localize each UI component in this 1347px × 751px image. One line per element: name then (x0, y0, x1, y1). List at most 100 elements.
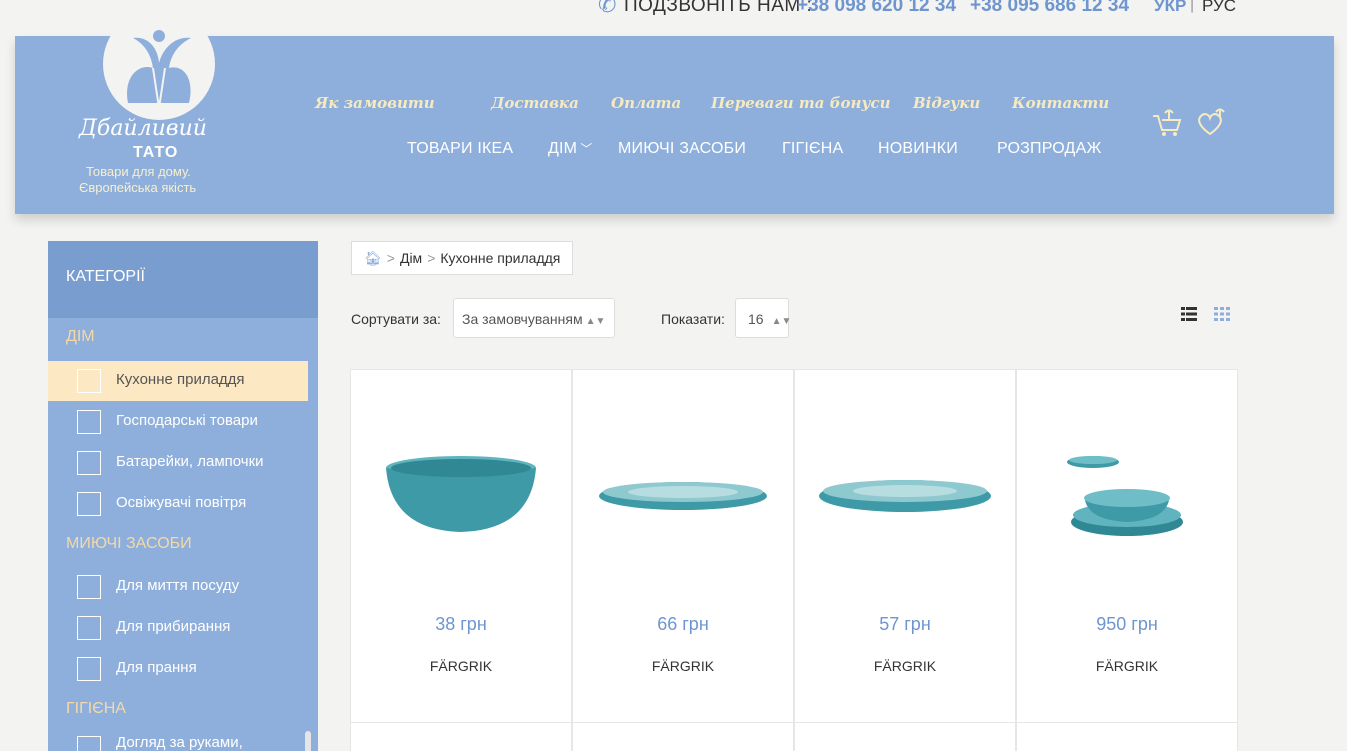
product-card[interactable]: 950 грн FÄRGRIK (1016, 369, 1238, 723)
call-us-label: ПОДЗВОНІТЬ НАМ : (624, 0, 813, 16)
info-link-how-to-order[interactable]: Як замовити (315, 94, 435, 112)
sidebar-item-batteries[interactable]: Батарейки, лампочки (48, 443, 308, 483)
lang-rus-link[interactable]: РУС (1202, 0, 1236, 16)
product-image-plate-wide[interactable] (805, 390, 1005, 590)
show-count-select[interactable]: 16 ▲▼ (735, 298, 792, 338)
sidebar-scrollbar[interactable] (305, 731, 311, 751)
lang-ukr-link[interactable]: УКР (1154, 0, 1186, 16)
sidebar-item-hand-care[interactable]: Догляд за руками, (48, 728, 308, 751)
sidebar-item-label: Для прибирання (116, 618, 231, 635)
product-card[interactable] (794, 722, 1016, 751)
info-link-bonuses[interactable]: Переваги та бонуси (711, 94, 890, 112)
checkbox[interactable] (77, 657, 101, 681)
nav-home-label: ДІМ (548, 140, 578, 157)
logo-tagline-1: Товари для дому. (86, 164, 191, 179)
product-name[interactable]: FÄRGRIK (573, 658, 793, 674)
page: ✆ ПОДЗВОНІТЬ НАМ : +38 098 620 12 34 +38… (0, 0, 1347, 751)
sidebar-item-label: Для прання (116, 659, 197, 676)
sidebar-section-cleaning[interactable]: МИЮЧІ ЗАСОБИ (66, 535, 192, 553)
sidebar-section-hygiene[interactable]: ГІГІЄНА (66, 700, 126, 718)
product-image-plate[interactable] (583, 390, 783, 590)
sidebar-item-household[interactable]: Господарські товари (48, 402, 308, 442)
info-link-payment[interactable]: Оплата (611, 94, 681, 112)
site-header: Дбайливий ТАТО Товари для дому. Європейс… (15, 8, 1334, 214)
storks-icon (127, 30, 191, 109)
checkbox[interactable] (77, 616, 101, 640)
checkbox[interactable] (77, 575, 101, 599)
sidebar-item-label: Батарейки, лампочки (116, 453, 264, 470)
logo-circle (103, 8, 215, 120)
checkbox[interactable] (77, 492, 101, 516)
sort-value: За замовчуванням (462, 311, 583, 327)
sidebar-item-cleaning[interactable]: Для прибирання (48, 608, 308, 648)
chevron-down-icon: ﹀ (580, 142, 593, 156)
breadcrumb-separator: > (427, 250, 436, 266)
show-label: Показати: (661, 311, 725, 327)
list-view-icon[interactable] (1181, 307, 1197, 321)
sidebar-item-label: Догляд за руками, (116, 734, 243, 751)
product-price: 57 грн (879, 614, 931, 634)
nav-cleaning[interactable]: МИЮЧІ ЗАСОБИ (618, 140, 746, 158)
info-link-contacts[interactable]: Контакти (1012, 94, 1109, 112)
sort-label: Сортувати за: (351, 311, 441, 327)
nav-home[interactable]: ДІМ ﹀ (548, 140, 592, 158)
product-card[interactable] (350, 722, 572, 751)
product-image-bowl[interactable] (361, 390, 561, 590)
product-card[interactable]: 38 грн FÄRGRIK (350, 369, 572, 723)
sidebar-section-home[interactable]: ДІМ (66, 328, 95, 346)
sidebar-item-label: Для миття посуду (116, 577, 240, 594)
checkbox[interactable] (77, 451, 101, 475)
logo-tagline-2: Європейська якість (79, 180, 197, 195)
sidebar-item-label: Освіжувачі повітря (116, 494, 247, 511)
grid-view-icon[interactable] (1214, 307, 1230, 321)
product-name[interactable]: FÄRGRIK (1017, 658, 1237, 674)
sidebar-item-label: Господарські товари (116, 412, 258, 429)
sidebar-item-air-fresheners[interactable]: Освіжувачі повітря (48, 484, 308, 524)
phone-link-2[interactable]: +38 095 686 12 34 (970, 0, 1129, 17)
nav-ikea[interactable]: ТОВАРИ ІКЕА (407, 140, 513, 158)
breadcrumb-home[interactable]: Дім (400, 250, 422, 266)
product-price: 38 грн (435, 614, 487, 634)
product-price: 950 грн (1096, 614, 1158, 634)
phone-icon: ✆ (598, 0, 617, 17)
lang-separator: | (1190, 0, 1195, 13)
select-arrows-icon: ▲▼ (771, 316, 792, 327)
product-name[interactable]: FÄRGRIK (795, 658, 1015, 674)
cart-icon[interactable] (1151, 108, 1187, 138)
category-sidebar: КАТЕГОРІЇ ДІМ Кухонне приладдя Господарс… (48, 241, 318, 751)
show-value: 16 (748, 311, 764, 327)
product-image-dinner-set[interactable] (1027, 390, 1227, 590)
info-link-delivery[interactable]: Доставка (491, 94, 579, 112)
product-price: 66 грн (657, 614, 709, 634)
sidebar-item-kitchen[interactable]: Кухонне приладдя (48, 361, 308, 401)
phone-link-1[interactable]: +38 098 620 12 34 (797, 0, 956, 17)
home-icon[interactable]: 🏠︎ (364, 250, 382, 267)
nav-new[interactable]: НОВИНКИ (878, 140, 958, 158)
nav-hygiene[interactable]: ГІГІЄНА (782, 140, 843, 158)
breadcrumb: 🏠︎ > Дім > Кухонне приладдя (351, 241, 574, 275)
sidebar-item-dishwashing[interactable]: Для миття посуду (48, 567, 308, 607)
breadcrumb-current: Кухонне приладдя (440, 250, 561, 266)
product-card[interactable] (572, 722, 794, 751)
sort-select[interactable]: За замовчуванням ▲▼ (453, 298, 615, 338)
sidebar-item-laundry[interactable]: Для прання (48, 649, 308, 689)
checkbox[interactable] (77, 410, 101, 434)
breadcrumb-separator: > (386, 250, 395, 266)
product-card[interactable]: 66 грн FÄRGRIK (572, 369, 794, 723)
select-arrows-icon: ▲▼ (585, 316, 606, 327)
product-name[interactable]: FÄRGRIK (351, 658, 571, 674)
nav-sale[interactable]: РОЗПРОДАЖ (997, 140, 1101, 158)
product-card[interactable]: 57 грн FÄRGRIK (794, 369, 1016, 723)
logo-script-text: Дбайливий (79, 116, 207, 141)
sidebar-title: КАТЕГОРІЇ (66, 268, 145, 285)
sidebar-header: КАТЕГОРІЇ (48, 241, 318, 318)
info-link-reviews[interactable]: Відгуки (913, 94, 980, 112)
wishlist-heart-icon[interactable] (1195, 108, 1229, 138)
checkbox[interactable] (77, 369, 101, 393)
checkbox[interactable] (77, 736, 101, 751)
product-grid: 38 грн FÄRGRIK 66 грн FÄRGRIK 57 грн FÄR… (350, 369, 1238, 751)
product-card[interactable] (1016, 722, 1238, 751)
site-logo[interactable]: Дбайливий ТАТО Товари для дому. Європейс… (75, 8, 235, 218)
sidebar-item-label: Кухонне приладдя (116, 371, 245, 388)
logo-tato-text: ТАТО (133, 144, 179, 161)
